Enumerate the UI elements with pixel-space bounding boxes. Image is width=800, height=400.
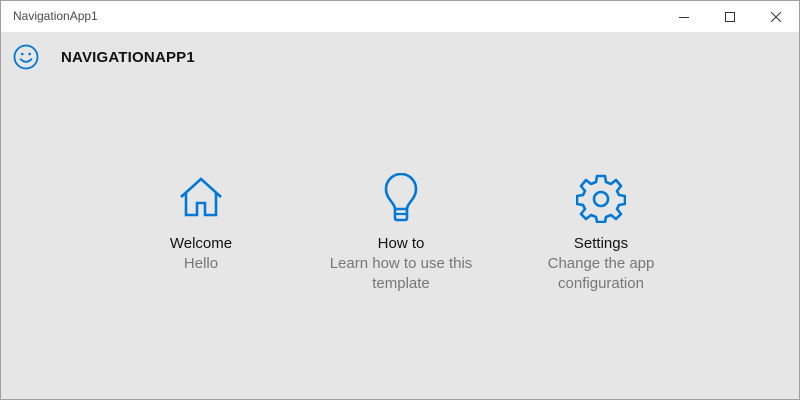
settings-description: Change the app configuration bbox=[547, 255, 655, 292]
welcome-description: Hello bbox=[183, 255, 219, 272]
title-bar[interactable]: NavigationApp1 bbox=[1, 1, 799, 32]
minimize-icon bbox=[679, 16, 689, 18]
app-title: NAVIGATIONAPP1 bbox=[61, 49, 195, 66]
window-title: NavigationApp1 bbox=[13, 9, 98, 23]
welcome-title: Welcome bbox=[169, 235, 233, 252]
maximize-button[interactable] bbox=[707, 1, 753, 32]
close-button[interactable] bbox=[753, 1, 799, 32]
home-icon bbox=[106, 173, 296, 223]
lightbulb-icon bbox=[306, 173, 496, 223]
gear-icon bbox=[506, 173, 696, 223]
app-window: NavigationApp1 NAVIGATIONAPP1 Welcome He… bbox=[0, 0, 800, 400]
smiley-face-icon bbox=[13, 44, 39, 70]
settings-tile[interactable]: Settings Change the app configuration bbox=[506, 173, 696, 294]
maximize-icon bbox=[725, 11, 735, 22]
minimize-button[interactable] bbox=[661, 1, 707, 32]
settings-title: Settings bbox=[573, 235, 629, 252]
how-to-title: How to bbox=[377, 235, 425, 252]
how-to-description: Learn how to use this template bbox=[329, 255, 473, 292]
close-icon bbox=[771, 11, 781, 22]
how-to-tile[interactable]: How to Learn how to use this template bbox=[306, 173, 496, 294]
welcome-tile[interactable]: Welcome Hello bbox=[106, 173, 296, 274]
